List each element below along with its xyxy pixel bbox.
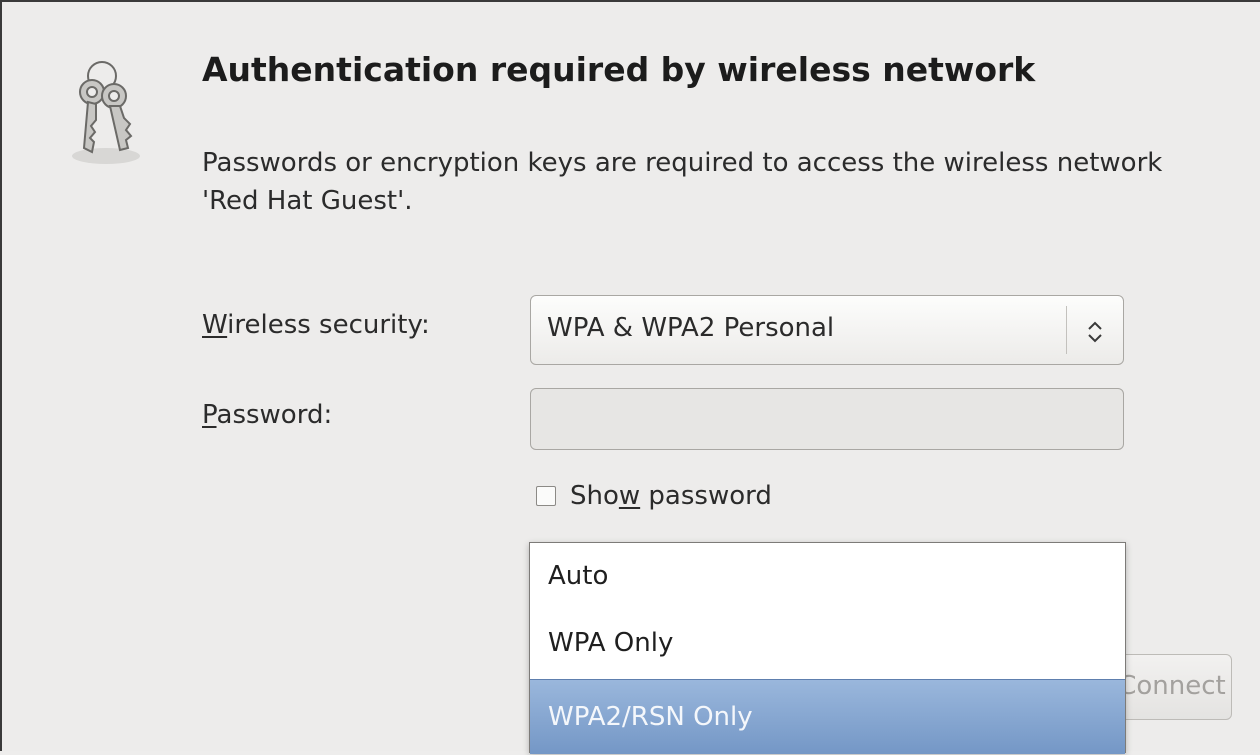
password-label: Password: bbox=[202, 400, 332, 430]
wireless-security-combo[interactable]: WPA & WPA2 Personal bbox=[530, 295, 1124, 365]
show-password-label-post: password bbox=[640, 481, 772, 511]
option-auto[interactable]: Auto bbox=[530, 543, 1125, 610]
dialog-title: Authentication required by wireless netw… bbox=[202, 50, 1036, 89]
connect-button-label: Connect bbox=[1118, 671, 1226, 701]
password-field[interactable] bbox=[530, 388, 1124, 450]
password-label-text: assword: bbox=[216, 400, 333, 430]
wireless-security-label-text: ireless security: bbox=[227, 310, 430, 340]
option-wpa2-rsn-only[interactable]: WPA2/RSN Only bbox=[530, 679, 1125, 754]
security-options-popup[interactable]: Auto WPA Only WPA2/RSN Only bbox=[529, 542, 1126, 754]
chevron-updown-icon bbox=[1081, 318, 1109, 346]
option-wpa-only[interactable]: WPA Only bbox=[530, 610, 1125, 677]
show-password-checkbox[interactable]: Show password bbox=[536, 476, 772, 516]
keys-icon bbox=[62, 52, 150, 172]
checkbox-box[interactable] bbox=[536, 486, 556, 506]
combo-separator bbox=[1066, 306, 1067, 354]
show-password-label: Show password bbox=[570, 481, 772, 511]
wireless-security-label: Wireless security: bbox=[202, 310, 430, 340]
wireless-security-value: WPA & WPA2 Personal bbox=[547, 313, 835, 343]
auth-dialog: Authentication required by wireless netw… bbox=[0, 0, 1260, 754]
password-mnemonic: P bbox=[202, 400, 217, 430]
connect-button[interactable]: Connect bbox=[1112, 654, 1232, 720]
show-password-mnemonic: w bbox=[618, 481, 641, 511]
show-password-label-pre: Sho bbox=[570, 481, 619, 511]
dialog-message: Passwords or encryption keys are require… bbox=[202, 148, 1163, 216]
wireless-security-mnemonic: W bbox=[202, 310, 228, 340]
